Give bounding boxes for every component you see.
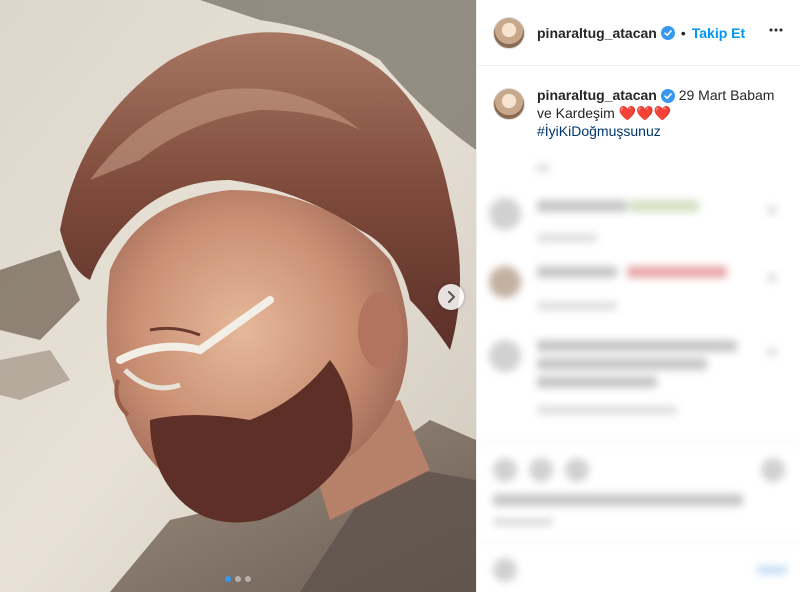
next-photo-button[interactable] (438, 284, 464, 310)
blurred-placeholder (757, 566, 787, 574)
post-side-panel: pinaraltug_atacan • Takip Et pinaraltug_… (476, 0, 800, 592)
blurred-avatar (489, 266, 521, 298)
verified-badge-icon (660, 25, 675, 40)
blurred-placeholder (767, 348, 777, 356)
chevron-right-icon (448, 291, 455, 303)
blurred-placeholder (627, 266, 727, 278)
blurred-placeholder (537, 200, 627, 212)
instagram-post: pinaraltug_atacan • Takip Et pinaraltug_… (0, 0, 800, 592)
carousel-dot (235, 576, 241, 582)
blurred-placeholder (629, 200, 699, 212)
blurred-comments-area (477, 150, 800, 592)
author-username[interactable]: pinaraltug_atacan (537, 25, 657, 41)
blurred-placeholder (537, 164, 549, 172)
post-media (0, 0, 476, 592)
caption-avatar[interactable] (493, 88, 525, 120)
blurred-avatar (489, 198, 521, 230)
blurred-placeholder (537, 358, 707, 370)
blurred-avatar (529, 458, 553, 482)
post-header: pinaraltug_atacan • Takip Et (477, 0, 800, 66)
blurred-placeholder (537, 234, 597, 242)
blurred-placeholder (767, 206, 777, 214)
blurred-placeholder (537, 406, 677, 414)
verified-badge-icon (660, 89, 675, 104)
blurred-avatar (493, 558, 517, 582)
carousel-indicator (0, 576, 476, 582)
post-caption: pinaraltug_atacan 29 Mart Babam ve Karde… (477, 66, 800, 140)
more-options-icon (769, 28, 783, 32)
blurred-avatar (489, 340, 521, 372)
carousel-dot (245, 576, 251, 582)
more-options-button[interactable] (768, 22, 784, 43)
caption-text: pinaraltug_atacan 29 Mart Babam ve Karde… (537, 86, 784, 140)
caption-hearts: ❤️❤️❤️ (618, 105, 671, 121)
post-photo (0, 0, 476, 592)
header-separator: • (680, 24, 686, 41)
blurred-placeholder (537, 266, 617, 278)
blurred-placeholder (537, 302, 617, 310)
caption-username[interactable]: pinaraltug_atacan (537, 87, 657, 103)
follow-button[interactable]: Takip Et (692, 25, 745, 41)
carousel-dot-active (225, 576, 231, 582)
blurred-placeholder (537, 376, 657, 388)
blurred-placeholder (493, 494, 743, 506)
blurred-avatar (565, 458, 589, 482)
blurred-avatar (493, 458, 517, 482)
blurred-placeholder (493, 518, 553, 526)
blurred-placeholder (767, 274, 777, 282)
caption-hashtag[interactable]: #İyiKiDoğmuşsunuz (537, 123, 661, 139)
author-avatar[interactable] (493, 16, 525, 49)
blurred-placeholder (537, 340, 737, 352)
blurred-avatar (761, 458, 785, 482)
